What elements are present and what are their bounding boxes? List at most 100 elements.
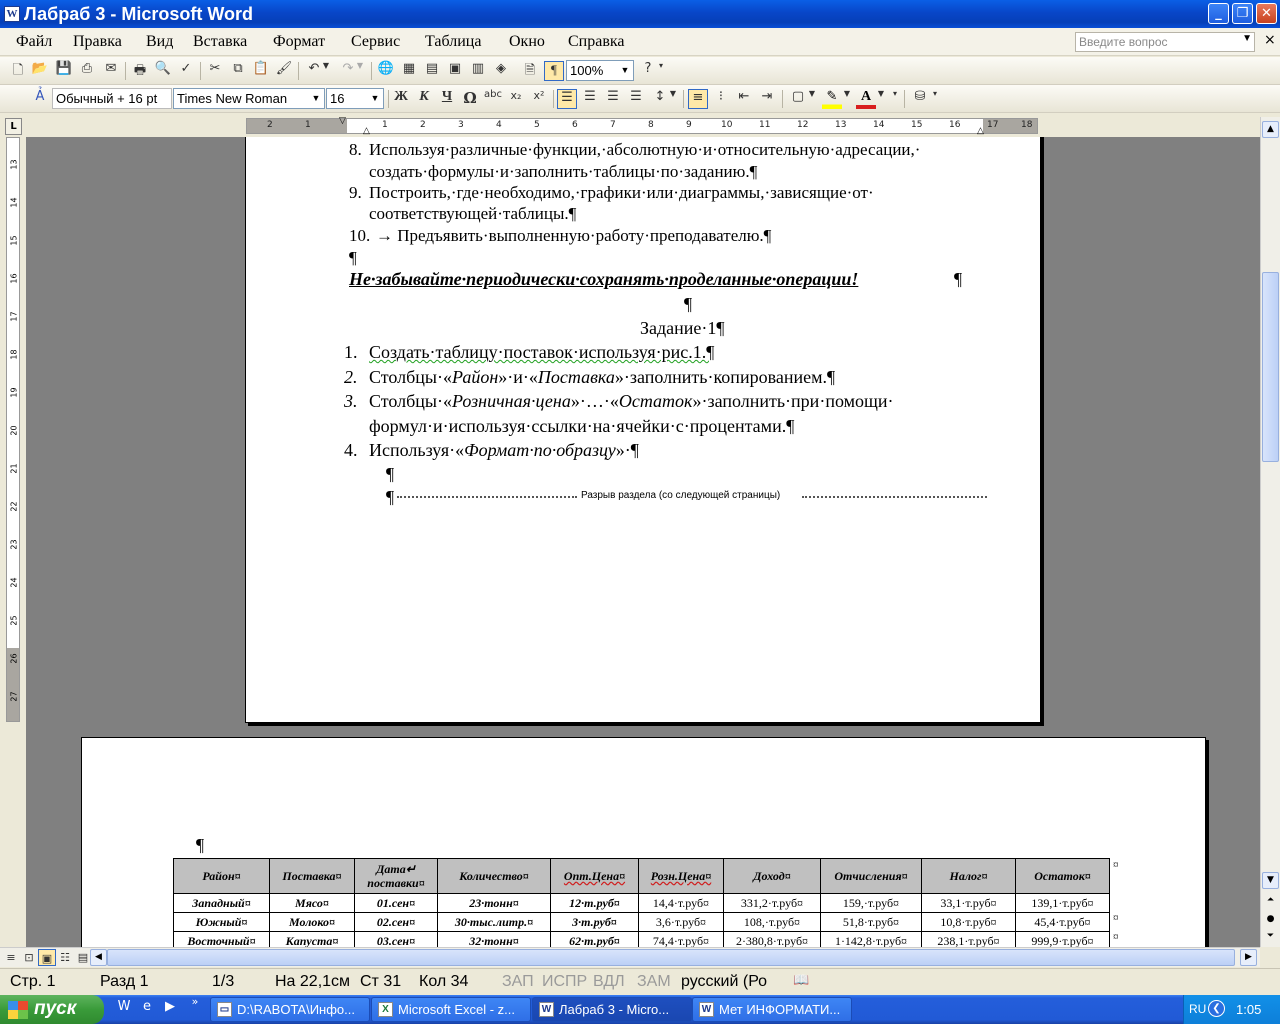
print-icon[interactable]: 🖶 <box>130 61 150 81</box>
save-icon[interactable]: 💾 <box>54 61 74 81</box>
spelling-icon[interactable]: ✓ <box>176 61 196 81</box>
insert-table-icon[interactable]: ▤ <box>422 61 442 81</box>
keyboard-language[interactable]: RU <box>1189 1002 1206 1016</box>
table-cell[interactable]: 03.сен¤ <box>354 931 438 947</box>
normal-view-icon[interactable]: ≡ <box>2 949 20 966</box>
table-header-cell[interactable]: Дата↵ поставки¤ <box>354 858 438 894</box>
table-cell[interactable]: 02.сен¤ <box>354 912 438 932</box>
align-left-icon[interactable]: ☰ <box>557 89 577 109</box>
cut-icon[interactable]: ✂ <box>205 61 225 81</box>
status-track-changes[interactable]: ИСПР <box>542 973 587 991</box>
tab-selector[interactable]: L <box>5 118 22 135</box>
print-preview-icon[interactable]: 🔍 <box>153 61 173 81</box>
status-line[interactable]: Ст 31 <box>360 973 401 991</box>
menu-file[interactable]: Файл <box>16 33 52 51</box>
hyperlink-icon[interactable]: 🌐 <box>376 61 396 81</box>
table-header-cell[interactable]: Отчисления¤ <box>820 858 922 894</box>
status-language[interactable]: русский (Ро <box>681 973 767 991</box>
table-cell[interactable]: 62·т.руб¤ <box>550 931 639 947</box>
table-cell[interactable]: 14,4·т.руб¤ <box>638 893 724 913</box>
table-header-cell[interactable]: Поставка¤ <box>269 858 355 894</box>
status-column[interactable]: Кол 34 <box>419 973 468 991</box>
table-cell[interactable]: 10,8·т.руб¤ <box>921 912 1016 932</box>
browse-object-icon[interactable]: ● <box>1262 912 1279 929</box>
document-workspace[interactable]: 8. Используя·различные·функции,·абсолютн… <box>26 137 1260 947</box>
horizontal-scroll-thumb[interactable] <box>107 949 1235 966</box>
vertical-ruler-track[interactable]: 13 14 15 16 17 18 19 20 21 22 23 24 25 2… <box>6 137 20 722</box>
task-title[interactable]: Задание·1¶ <box>640 318 725 339</box>
horizontal-scrollbar[interactable]: ≡ ⊡ ▣ ☷ ▤ ◀ ▶ <box>0 947 1260 967</box>
table-cell[interactable]: 999,9·т.руб¤ <box>1015 931 1110 947</box>
spelling-status-icon[interactable]: 📖 <box>793 973 809 988</box>
scroll-up-icon[interactable]: ▲ <box>1262 121 1279 138</box>
table-cell[interactable]: Восточный¤ <box>173 931 270 947</box>
format-painter-icon[interactable]: 🖌 <box>274 61 294 81</box>
undo-dropdown-icon[interactable]: ▼ <box>320 61 332 81</box>
highlight-dropdown-icon[interactable]: ▼ <box>842 89 852 109</box>
font-color-dropdown-icon[interactable]: ▼ <box>876 89 886 109</box>
word-app-icon[interactable]: W <box>4 6 20 22</box>
font-combo[interactable]: Times New Roman ▼ <box>173 88 325 109</box>
table-cell[interactable]: 2·380,8·т.руб¤ <box>723 931 821 947</box>
help-question-input[interactable]: Введите вопрос ▼ <box>1075 32 1255 52</box>
redo-dropdown-icon[interactable]: ▼ <box>354 61 366 81</box>
scroll-down-icon[interactable]: ▼ <box>1262 872 1279 889</box>
subscript-button[interactable]: x₂ <box>506 89 526 109</box>
italic-button[interactable]: К <box>414 89 434 109</box>
show-hide-pilcrow-button[interactable]: ¶ <box>544 61 564 81</box>
table-cell[interactable]: Мясо¤ <box>269 893 355 913</box>
quicklaunch-word-icon[interactable]: W <box>114 999 134 1019</box>
status-section[interactable]: Разд 1 <box>100 973 149 991</box>
hanging-indent-marker[interactable]: △ <box>363 125 370 136</box>
styles-icon[interactable]: Ả <box>30 89 50 109</box>
menu-window[interactable]: Окно <box>509 33 545 51</box>
table-header-cell[interactable]: Доход¤ <box>723 858 821 894</box>
outline-view-icon[interactable]: ☷ <box>56 949 74 966</box>
menu-insert[interactable]: Вставка <box>193 33 247 51</box>
section-break[interactable]: Разрыв раздела (со следующей страницы) <box>397 490 987 504</box>
paste-icon[interactable]: 📋 <box>251 61 271 81</box>
toolbar-options-icon[interactable]: ▾ <box>656 61 666 81</box>
quicklaunch-ie-icon[interactable]: e <box>137 999 157 1019</box>
highlight-icon[interactable]: ✎ <box>822 89 842 109</box>
font-color-icon[interactable]: A <box>856 89 876 109</box>
vertical-scrollbar[interactable]: ▲ ▼ ⏶ ● ⏷ <box>1260 117 1280 947</box>
new-document-icon[interactable]: 🗋 <box>8 61 28 81</box>
document-line[interactable]: Построить,·где·необходимо,·графики·или·д… <box>369 183 874 203</box>
taskbar-item-word-2[interactable]: W Мет ИНФОРМАТИ... <box>692 997 852 1022</box>
document-line[interactable]: → Предъявить·выполненную·работу·преподав… <box>376 226 771 246</box>
permission-icon[interactable]: ⎙ <box>77 61 97 81</box>
table-cell[interactable]: 30·тыс.литр.¤ <box>437 912 551 932</box>
font-size-combo[interactable]: 16 ▼ <box>326 88 384 109</box>
table-cell[interactable]: Капуста¤ <box>269 931 355 947</box>
taskbar-item-folder[interactable]: ▭ D:\RABOTA\Инфо... <box>210 997 370 1022</box>
columns-icon[interactable]: ▥ <box>468 61 488 81</box>
right-indent-marker[interactable]: △ <box>977 125 984 136</box>
line-spacing-dropdown-icon[interactable]: ▼ <box>668 89 678 109</box>
document-map-icon[interactable]: 🗎 <box>520 61 540 81</box>
table-cell[interactable]: 139,1·т.руб¤ <box>1015 893 1110 913</box>
document-line[interactable]: создать·формулы·и·заполнить·таблицы·по·з… <box>369 162 757 182</box>
vertical-scroll-thumb[interactable] <box>1262 272 1279 462</box>
status-overtype[interactable]: ЗАМ <box>637 973 671 991</box>
menu-edit[interactable]: Правка <box>73 33 122 51</box>
first-line-indent-marker[interactable]: ▽ <box>339 115 346 126</box>
font-size-dropdown-icon[interactable]: ▼ <box>368 90 382 107</box>
maximize-button[interactable]: ❐ <box>1232 3 1253 24</box>
previous-page-icon[interactable]: ⏶ <box>1262 893 1279 910</box>
menu-table[interactable]: Таблица <box>425 33 481 51</box>
superscript-button[interactable]: x² <box>529 89 549 109</box>
next-page-icon[interactable]: ⏷ <box>1262 929 1279 946</box>
minimize-button[interactable]: _ <box>1208 3 1229 24</box>
task-item-4[interactable]: Используя·«Формат·по·образцу»·¶ <box>369 440 639 461</box>
table-cell[interactable]: 32·тонн¤ <box>437 931 551 947</box>
open-folder-icon[interactable]: 📂 <box>30 61 50 81</box>
table-cell[interactable]: Южный¤ <box>173 912 270 932</box>
quicklaunch-overflow-icon[interactable]: » <box>185 995 205 1015</box>
table-cell[interactable]: 159,·т.руб¤ <box>820 893 922 913</box>
table-cell[interactable]: 3·т.руб¤ <box>550 912 639 932</box>
style-combo[interactable]: Обычный + 16 pt <box>52 88 172 109</box>
status-page[interactable]: Стр. 1 <box>10 973 56 991</box>
research-icon[interactable]: ⛁ <box>910 89 930 109</box>
print-layout-view-icon[interactable]: ▣ <box>38 949 56 966</box>
